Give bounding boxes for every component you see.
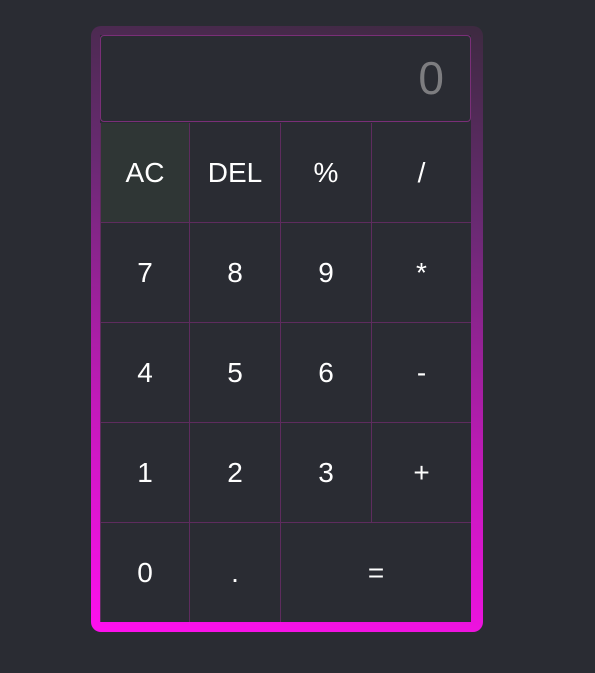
percent-button[interactable]: % (281, 123, 372, 223)
decimal-point-button[interactable]: . (190, 523, 281, 622)
digit-9-button[interactable]: 9 (281, 223, 372, 323)
digit-8-button[interactable]: 8 (190, 223, 281, 323)
digit-4-button[interactable]: 4 (100, 323, 190, 423)
delete-button[interactable]: DEL (190, 123, 281, 223)
digit-6-button[interactable]: 6 (281, 323, 372, 423)
add-button[interactable]: + (372, 423, 471, 523)
calculator-body: 0 AC DEL % / 7 8 9 * 4 5 6 - 1 2 3 + 0 .… (100, 35, 471, 622)
all-clear-button[interactable]: AC (100, 123, 190, 223)
subtract-button[interactable]: - (372, 323, 471, 423)
digit-2-button[interactable]: 2 (190, 423, 281, 523)
multiply-button[interactable]: * (372, 223, 471, 323)
digit-7-button[interactable]: 7 (100, 223, 190, 323)
digit-0-button[interactable]: 0 (100, 523, 190, 622)
equals-button[interactable]: = (281, 523, 471, 622)
calculator-display: 0 (100, 35, 471, 122)
digit-5-button[interactable]: 5 (190, 323, 281, 423)
digit-3-button[interactable]: 3 (281, 423, 372, 523)
keypad: AC DEL % / 7 8 9 * 4 5 6 - 1 2 3 + 0 . = (100, 123, 471, 622)
digit-1-button[interactable]: 1 (100, 423, 190, 523)
divide-button[interactable]: / (372, 123, 471, 223)
display-value: 0 (418, 52, 444, 104)
calculator-frame: 0 AC DEL % / 7 8 9 * 4 5 6 - 1 2 3 + 0 .… (91, 26, 483, 632)
